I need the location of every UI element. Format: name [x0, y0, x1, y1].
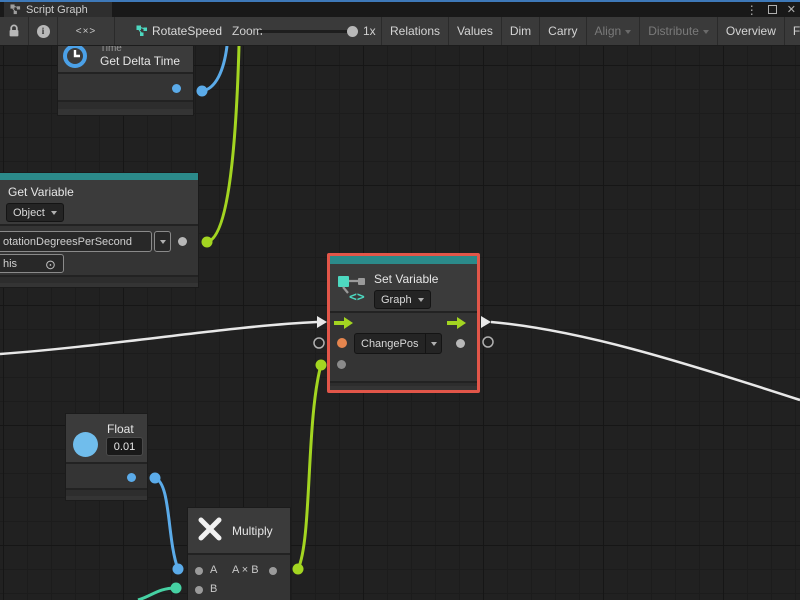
float-icon: [73, 432, 98, 457]
svg-text:<>: <>: [349, 290, 365, 303]
empty-port-ring[interactable]: [314, 338, 324, 348]
node-get-delta-time[interactable]: Time Get Delta Time: [58, 46, 193, 115]
multiply-to-setvariable-wire[interactable]: [298, 365, 321, 569]
port-label: B: [210, 583, 217, 595]
chevron-down-icon: [51, 211, 57, 215]
value-output-port[interactable]: [127, 473, 136, 482]
variable-target-field[interactable]: his ⊙: [0, 254, 64, 273]
values-button[interactable]: Values: [448, 17, 501, 45]
control-input-port[interactable]: [334, 316, 354, 330]
value-input-port-b[interactable]: [195, 586, 203, 594]
port-label: A: [210, 564, 217, 576]
window-menu-icon[interactable]: ⋮: [746, 4, 758, 16]
graph-breadcrumb-icon: [136, 25, 148, 40]
clock-icon: [62, 46, 88, 69]
focus-indicator: [0, 0, 800, 2]
chevron-down-icon: [418, 298, 424, 302]
title-bar: Script Graph ⋮ ✕: [0, 0, 800, 17]
control-wire-in[interactable]: [0, 322, 317, 354]
code-preview-button[interactable]: <×>: [58, 17, 114, 45]
node-multiply[interactable]: Multiply A A × B B: [188, 508, 290, 600]
control-wire-in-arrow[interactable]: [317, 316, 327, 328]
control-wire-out-arrow[interactable]: [481, 316, 491, 328]
wire-endpoint[interactable]: [173, 564, 184, 575]
node-title: Set Variable: [374, 272, 438, 286]
maximize-icon[interactable]: [768, 5, 777, 14]
dim-button[interactable]: Dim: [501, 17, 539, 45]
node-accent-bar: [330, 256, 477, 264]
distribute-dropdown[interactable]: Distribute: [639, 17, 717, 45]
delta-time-wire[interactable]: [202, 46, 227, 91]
value-input-port[interactable]: [337, 360, 346, 369]
variable-name-dropdown[interactable]: ChangePos: [354, 333, 442, 354]
wire-endpoint[interactable]: [197, 86, 208, 97]
node-set-variable[interactable]: <> Set Variable Graph: [330, 256, 477, 390]
object-picker-icon[interactable]: ⊙: [45, 258, 56, 271]
node-title: Get Variable: [8, 185, 74, 199]
graph-canvas[interactable]: Time Get Delta Time Get Variable Object …: [0, 46, 800, 600]
chevron-down-icon: [160, 240, 166, 244]
variable-name-dropdown-button[interactable]: [154, 231, 171, 252]
graph-variable-icon: <>: [336, 273, 366, 303]
node-float[interactable]: Float 0.01: [66, 414, 147, 500]
zoom-value: 1x: [363, 24, 376, 38]
tab-script-graph[interactable]: Script Graph: [4, 2, 112, 17]
graph-breadcrumb[interactable]: RotateSpeed: [152, 24, 222, 38]
selection-outline: <> Set Variable Graph: [327, 253, 480, 393]
close-icon[interactable]: ✕: [787, 3, 796, 16]
code-icon: <×>: [76, 26, 97, 37]
variable-scope-dropdown[interactable]: Graph: [374, 290, 431, 309]
node-title: Multiply: [232, 524, 273, 538]
relations-button[interactable]: Relations: [381, 17, 448, 45]
multiply-b-wire[interactable]: [138, 588, 176, 600]
node-accent-bar: [0, 173, 198, 180]
node-get-variable[interactable]: Get Variable Object otationDegreesPerSec…: [0, 173, 198, 287]
variable-name-dropdown-button[interactable]: [425, 334, 441, 353]
align-dropdown[interactable]: Align: [586, 17, 640, 45]
fullscreen-button[interactable]: Full Screen: [784, 17, 800, 45]
node-title: Get Delta Time: [100, 54, 180, 68]
unity-script-graph-window: Script Graph ⋮ ✕ i <×>: [0, 0, 800, 600]
lock-button[interactable]: [0, 17, 28, 45]
toolbar-buttons: Relations Values Dim Carry Align Distrib…: [381, 17, 800, 45]
value-output-port[interactable]: [178, 237, 187, 246]
value-input-port[interactable]: [337, 338, 347, 348]
float-value-input[interactable]: 0.01: [106, 437, 143, 456]
value-output-port[interactable]: [269, 567, 277, 575]
info-icon: i: [37, 25, 50, 38]
overview-button[interactable]: Overview: [717, 17, 784, 45]
wire-endpoint[interactable]: [293, 564, 304, 575]
window-controls: ⋮ ✕: [746, 2, 796, 17]
variable-scope-dropdown[interactable]: Object: [6, 203, 64, 222]
node-category: Time: [100, 46, 122, 54]
graph-toolbar: i <×> RotateSpeed Zoom 1x Relations Valu…: [0, 17, 800, 46]
empty-port-ring[interactable]: [483, 337, 493, 347]
chevron-down-icon: [625, 30, 631, 34]
carry-button[interactable]: Carry: [539, 17, 585, 45]
wire-endpoint[interactable]: [202, 237, 213, 248]
value-output-port[interactable]: [456, 339, 465, 348]
tab-label: Script Graph: [26, 4, 88, 16]
control-output-port[interactable]: [447, 316, 467, 330]
control-wire-out[interactable]: [491, 322, 800, 400]
multiply-icon: [196, 515, 224, 543]
zoom-slider-handle[interactable]: [347, 26, 358, 37]
zoom-slider-track[interactable]: [258, 30, 354, 33]
wire-endpoint[interactable]: [171, 583, 182, 594]
chevron-down-icon: [703, 30, 709, 34]
chevron-down-icon: [431, 342, 437, 346]
variable-name-field[interactable]: otationDegreesPerSecond: [0, 231, 152, 252]
wire-endpoint[interactable]: [150, 473, 161, 484]
float-to-multiply-wire[interactable]: [155, 478, 178, 569]
port-label: A × B: [232, 564, 259, 576]
get-variable-wire[interactable]: [207, 46, 239, 242]
node-title: Float: [107, 422, 134, 436]
graph-tab-icon: [10, 4, 21, 15]
info-button[interactable]: i: [29, 17, 57, 45]
value-input-port-a[interactable]: [195, 567, 203, 575]
wire-endpoint[interactable]: [316, 360, 327, 371]
value-output-port[interactable]: [172, 84, 181, 93]
lock-icon: [8, 24, 20, 38]
